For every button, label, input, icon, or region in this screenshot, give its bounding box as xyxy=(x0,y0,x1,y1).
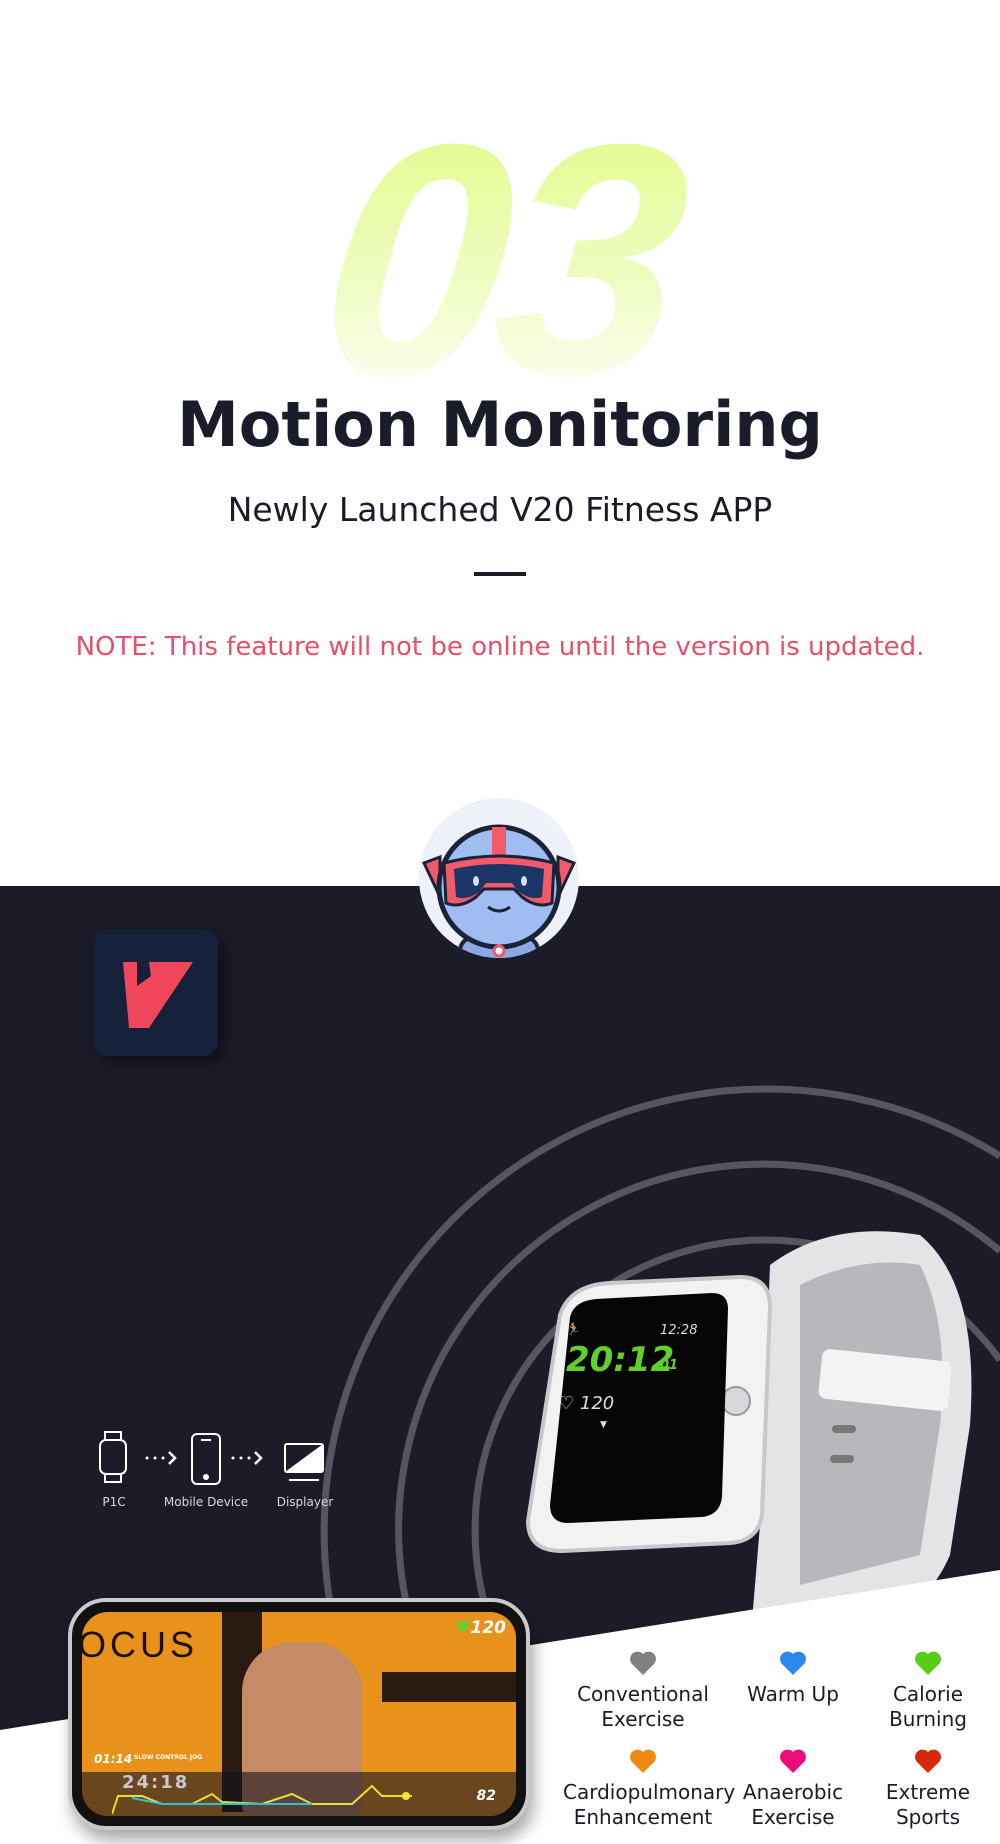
heart-gray-icon xyxy=(630,1651,656,1675)
workout-video[interactable]: OCUS ♥120 01:14 SLOW CONTROL JOG 24:18 8… xyxy=(82,1612,516,1816)
heart-green-icon xyxy=(915,1651,941,1675)
watch-clock: 12:28 xyxy=(660,1323,698,1338)
zone-label: Exercise xyxy=(601,1707,685,1731)
phone-image: OCUS ♥120 01:14 SLOW CONTROL JOG 24:18 8… xyxy=(68,1598,530,1830)
flow-label: P1C xyxy=(102,1495,126,1509)
zone-label: Extreme xyxy=(885,1780,971,1804)
heart-outline-icon: ♡ xyxy=(558,1393,575,1414)
zone-label: Cardiopulmonary xyxy=(563,1780,736,1804)
device-flow-diagram xyxy=(99,1431,324,1485)
arrow-dots-icon xyxy=(145,1451,177,1465)
heart-pink-icon xyxy=(780,1749,806,1773)
v20-app-icon[interactable] xyxy=(93,930,218,1056)
update-note: NOTE: This feature will not be online un… xyxy=(75,632,925,662)
watch-timer: 20:12 xyxy=(566,1340,675,1380)
move-name: SLOW CONTROL JOG xyxy=(133,1754,203,1761)
page-title: Motion Monitoring xyxy=(177,388,823,461)
page-subtitle: Newly Launched V20 Fitness APP xyxy=(227,490,773,529)
zone-label: Calorie xyxy=(892,1682,964,1706)
lightning-v-logo-icon xyxy=(123,962,193,1028)
flow-label: Displayer xyxy=(276,1495,334,1509)
heart-icon: ♥ xyxy=(455,1618,471,1638)
heart-red-icon xyxy=(915,1749,941,1773)
phone-icon xyxy=(191,1433,221,1485)
heart-orange-icon xyxy=(630,1749,656,1773)
zone-item: Extreme Sports xyxy=(848,1748,1000,1830)
cadence-value: 82 xyxy=(476,1788,496,1804)
runner-icon: 🏃 xyxy=(566,1322,581,1336)
watch-heart-rate: ♡ 120 xyxy=(558,1393,614,1414)
robot-mascot-icon xyxy=(419,798,579,958)
arrow-dots-icon xyxy=(231,1451,263,1465)
watch-icon xyxy=(99,1431,127,1483)
heart-blue-icon xyxy=(780,1651,806,1675)
zone-label: Burning xyxy=(889,1707,967,1731)
heart-rate-value: 120 xyxy=(579,1393,615,1414)
zone-item: Calorie Burning xyxy=(848,1650,1000,1732)
zone-label: Conventional xyxy=(577,1682,709,1706)
phone-heart-rate: 120 xyxy=(470,1618,507,1638)
section-number: 03 xyxy=(0,75,1000,444)
move-time: 01:14 xyxy=(94,1752,133,1766)
monitor-icon xyxy=(284,1443,324,1481)
zone-label: Enhancement xyxy=(573,1805,713,1829)
brand-text: OCUS xyxy=(82,1624,199,1665)
intensity-graph xyxy=(112,1784,412,1815)
triangle-down-icon: ▼ xyxy=(600,1420,607,1430)
watch-timer-seconds: 01 xyxy=(660,1358,679,1373)
flow-label: Mobile Device xyxy=(163,1495,249,1509)
zone-label: Sports xyxy=(895,1805,961,1829)
zone-item: Cardiopulmonary Enhancement xyxy=(563,1748,736,1830)
zone-item: Conventional Exercise xyxy=(563,1650,723,1732)
divider xyxy=(474,572,526,576)
